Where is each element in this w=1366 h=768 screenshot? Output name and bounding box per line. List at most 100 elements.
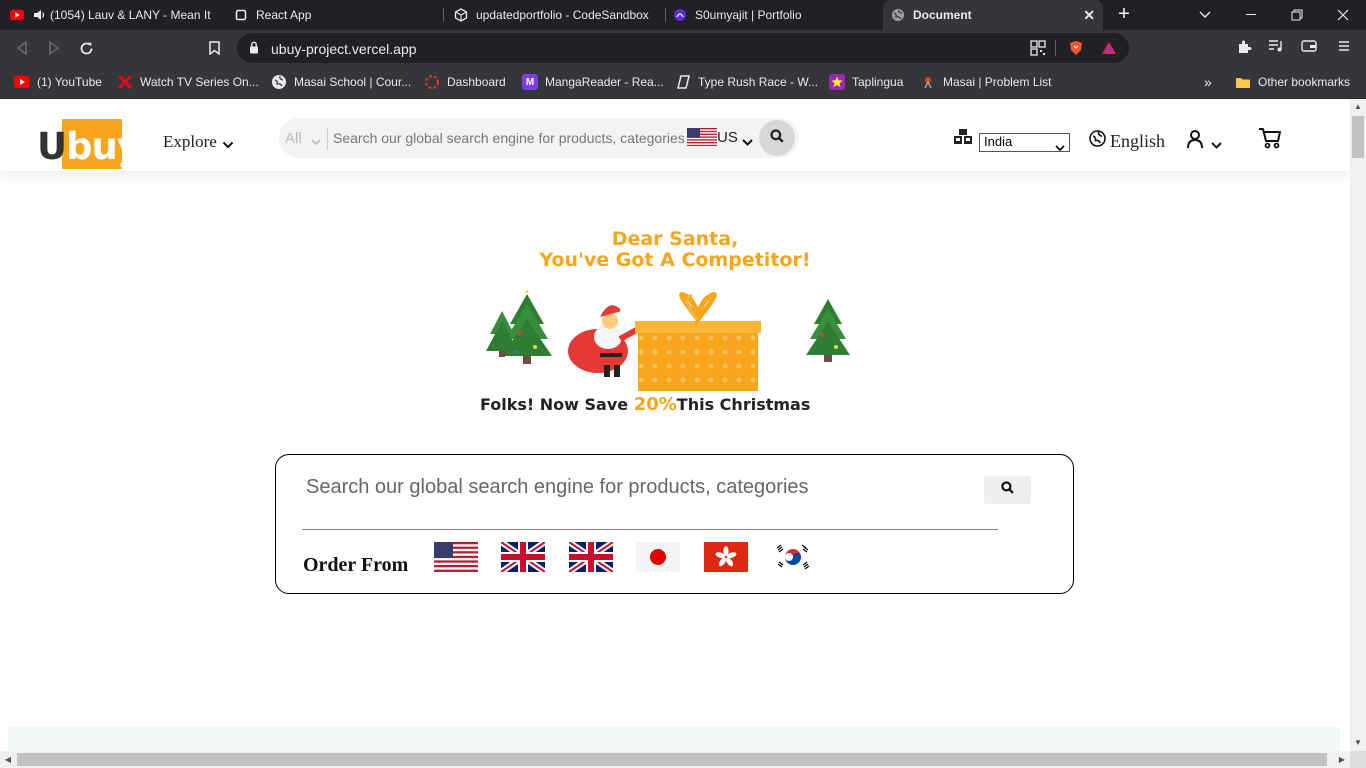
language-label: English bbox=[1110, 130, 1166, 151]
brave-shield-icon[interactable] bbox=[1068, 40, 1084, 56]
more-bookmarks-button[interactable]: » bbox=[1204, 72, 1212, 92]
bookmark-label: Masai | Problem List bbox=[943, 75, 1052, 89]
banner-heading-line1: Dear Santa, bbox=[611, 228, 739, 250]
restore-button[interactable] bbox=[1274, 0, 1320, 30]
global-search-input[interactable]: Search our global search engine for prod… bbox=[306, 476, 809, 499]
masai-globe-icon bbox=[271, 74, 287, 90]
tab-title: Document bbox=[913, 8, 972, 22]
explore-menu[interactable]: Explore bbox=[163, 132, 217, 152]
browser-tab-strip: (1054) Lauv & LANY - Mean It React App u… bbox=[0, 0, 1366, 30]
bookmark-label: Watch TV Series On... bbox=[140, 75, 259, 89]
bookmark-mangareader[interactable]: M MangaReader - Rea... bbox=[522, 72, 664, 92]
vertical-scrollbar-thumb[interactable] bbox=[1352, 116, 1364, 158]
qr-code-icon[interactable] bbox=[1030, 40, 1046, 56]
hong-kong-flag-icon[interactable] bbox=[704, 542, 748, 572]
reload-button[interactable] bbox=[75, 37, 97, 59]
new-tab-button[interactable]: + bbox=[1114, 4, 1134, 24]
chevron-down-icon bbox=[742, 133, 753, 151]
christmas-banner[interactable]: Dear Santa, You've Got A Competitor! Fol… bbox=[420, 224, 950, 429]
horizontal-scrollbar[interactable]: ◀ ▶ bbox=[0, 751, 1350, 768]
tab-title: S0umyajit | Portfolio bbox=[695, 8, 802, 22]
speaker-icon[interactable] bbox=[32, 8, 46, 22]
horizontal-scrollbar-thumb[interactable] bbox=[17, 753, 1327, 766]
bookmark-typerush[interactable]: Type Rush Race - W... bbox=[675, 72, 818, 92]
chevron-down-icon bbox=[311, 133, 321, 151]
address-bar[interactable]: ubuy-project.vercel.app bbox=[237, 33, 1129, 63]
tab-youtube[interactable]: (1054) Lauv & LANY - Mean It bbox=[10, 0, 220, 30]
minimize-button[interactable] bbox=[1228, 0, 1274, 30]
ubuy-logo[interactable]: Ubuy bbox=[37, 119, 141, 169]
bookmark-tv-series[interactable]: Watch TV Series On... bbox=[117, 72, 259, 92]
tab-document[interactable]: Document ✕ bbox=[883, 0, 1103, 30]
tab-codesandbox[interactable]: updatedportfolio - CodeSandbox bbox=[454, 0, 666, 30]
banner-heading-line2: You've Got A Competitor! bbox=[539, 249, 811, 271]
bookmark-masai-school[interactable]: Masai School | Cour... bbox=[271, 72, 411, 92]
bookmark-taplingua[interactable]: Taplingua bbox=[829, 72, 903, 92]
scrollbar-corner bbox=[1350, 751, 1366, 768]
us-flag-icon[interactable] bbox=[434, 542, 478, 572]
ship-country-select[interactable]: India bbox=[979, 133, 1070, 152]
extensions-icon[interactable] bbox=[1236, 39, 1252, 55]
wallet-icon[interactable] bbox=[1301, 39, 1317, 55]
forward-button[interactable] bbox=[43, 37, 65, 59]
close-tab-icon[interactable]: ✕ bbox=[1083, 7, 1095, 24]
scroll-down-arrow-icon[interactable]: ▼ bbox=[1350, 735, 1366, 751]
search-icon bbox=[1001, 481, 1014, 499]
bookmark-icon[interactable] bbox=[203, 37, 225, 59]
globe-icon bbox=[891, 8, 905, 22]
bookmark-label: Type Rush Race - W... bbox=[698, 75, 819, 89]
close-window-button[interactable] bbox=[1320, 0, 1366, 30]
tv-series-icon bbox=[117, 74, 133, 90]
dashboard-icon bbox=[424, 74, 440, 90]
search-icon bbox=[770, 128, 784, 148]
media-controls-icon[interactable] bbox=[1268, 39, 1284, 55]
scroll-up-arrow-icon[interactable]: ▲ bbox=[1350, 99, 1366, 115]
chevron-down-icon bbox=[1055, 139, 1065, 154]
tab-portfolio[interactable]: S0umyajit | Portfolio bbox=[673, 0, 879, 30]
header-search-button[interactable] bbox=[759, 120, 795, 156]
scroll-left-arrow-icon[interactable]: ◀ bbox=[0, 751, 16, 768]
christmas-tree-icon bbox=[486, 311, 518, 357]
taplingua-star-icon bbox=[829, 74, 845, 90]
ship-country-value: India bbox=[984, 134, 1013, 149]
user-icon[interactable] bbox=[1186, 129, 1204, 154]
bookmark-youtube[interactable]: (1) YouTube bbox=[14, 72, 102, 92]
brave-rewards-icon[interactable] bbox=[1101, 40, 1117, 56]
uk-flag-icon[interactable] bbox=[569, 542, 613, 572]
typerush-icon bbox=[675, 74, 691, 90]
bookmark-label: MangaReader - Rea... bbox=[545, 75, 664, 89]
bookmark-masai-problem-list[interactable]: Masai | Problem List bbox=[920, 72, 1052, 92]
global-search-button[interactable] bbox=[984, 476, 1031, 504]
bookmark-label: Taplingua bbox=[852, 75, 904, 89]
chevron-down-icon bbox=[1211, 136, 1222, 154]
vertical-scrollbar[interactable]: ▲ ▼ bbox=[1350, 99, 1366, 751]
tagline-text: This Christmas bbox=[676, 395, 811, 414]
back-button[interactable] bbox=[11, 37, 33, 59]
santa-icon bbox=[568, 305, 647, 377]
divider bbox=[302, 529, 998, 530]
shipping-icon bbox=[954, 129, 974, 151]
cart-icon[interactable] bbox=[1258, 127, 1282, 154]
lock-icon[interactable] bbox=[249, 41, 259, 59]
uk-flag-icon[interactable] bbox=[501, 542, 545, 572]
header-search-input[interactable]: Search our global search engine for prod… bbox=[333, 130, 685, 146]
mangareader-icon: M bbox=[522, 74, 538, 90]
japan-flag-icon[interactable] bbox=[636, 542, 680, 572]
menu-icon[interactable] bbox=[1336, 39, 1352, 55]
bookmark-dashboard[interactable]: Dashboard bbox=[424, 72, 506, 92]
us-flag-icon[interactable] bbox=[687, 128, 717, 146]
discount-highlight: 20% bbox=[633, 394, 677, 415]
folder-icon bbox=[1235, 74, 1251, 90]
christmas-tree-icon bbox=[806, 299, 850, 362]
other-bookmarks-folder[interactable]: Other bookmarks bbox=[1235, 72, 1350, 92]
store-country-select[interactable]: US bbox=[717, 129, 738, 146]
scroll-right-arrow-icon[interactable]: ▶ bbox=[1334, 751, 1350, 768]
tab-react-app[interactable]: React App bbox=[234, 0, 444, 30]
korea-flag-icon[interactable] bbox=[771, 542, 815, 572]
language-selector[interactable]: English bbox=[1089, 130, 1165, 152]
tab-search-chevron-icon[interactable] bbox=[1182, 0, 1228, 30]
tab-title: React App bbox=[256, 8, 312, 22]
footer-section bbox=[8, 727, 1340, 751]
category-select[interactable]: All bbox=[285, 130, 302, 147]
browser-toolbar: ubuy-project.vercel.app bbox=[0, 30, 1366, 65]
